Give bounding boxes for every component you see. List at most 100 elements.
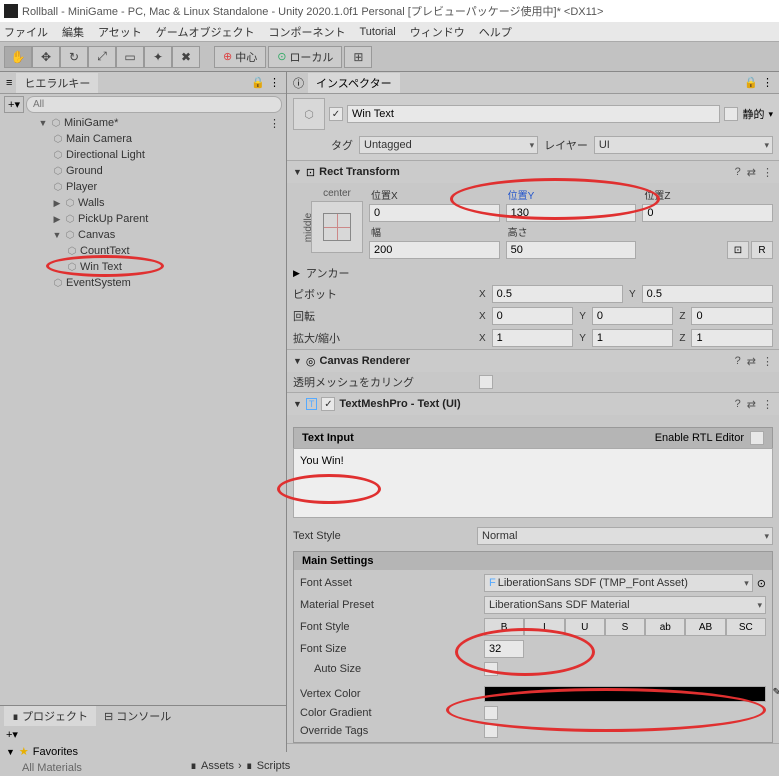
object-picker-icon[interactable]: ⊙ xyxy=(757,577,766,590)
font-asset-field[interactable]: FLiberationSans SDF (TMP_Font Asset) xyxy=(484,574,753,592)
scale-y-input[interactable] xyxy=(592,329,674,347)
fold-icon[interactable]: ▼ xyxy=(293,167,302,177)
menu-assets[interactable]: アセット xyxy=(98,24,142,40)
anchor-fold-icon[interactable]: ▶ xyxy=(293,268,300,279)
help-icon[interactable]: ? xyxy=(735,398,741,411)
raw-button[interactable]: R xyxy=(751,241,773,259)
rtl-checkbox[interactable] xyxy=(750,431,764,445)
hierarchy-item-wintext[interactable]: ⬡Win Text xyxy=(0,259,286,275)
font-style-uppercase[interactable]: AB xyxy=(685,618,725,636)
menu-window[interactable]: ウィンドウ xyxy=(410,24,465,40)
hierarchy-item[interactable]: ▼⬡Canvas xyxy=(0,227,286,243)
rot-y-input[interactable] xyxy=(592,307,674,325)
tag-dropdown[interactable]: Untagged xyxy=(359,136,538,154)
hierarchy-item[interactable]: ⬡Player xyxy=(0,179,286,195)
hierarchy-item[interactable]: ▶⬡Walls xyxy=(0,195,286,211)
static-dropdown-icon[interactable]: ▾ xyxy=(768,109,773,120)
pivot-y-input[interactable] xyxy=(642,285,773,303)
vertex-color-field[interactable]: ✎ xyxy=(484,686,766,702)
scale-tool[interactable]: ⤢ xyxy=(88,46,116,68)
cull-transparent-checkbox[interactable] xyxy=(479,375,493,389)
posx-input[interactable] xyxy=(369,204,500,222)
menu-edit[interactable]: 編集 xyxy=(62,24,84,40)
menu-icon[interactable]: ⋮ xyxy=(762,166,773,179)
help-icon[interactable]: ? xyxy=(735,166,741,179)
font-style-italic[interactable]: I xyxy=(524,618,564,636)
menu-file[interactable]: ファイル xyxy=(4,24,48,40)
hierarchy-item[interactable]: ⬡Main Camera xyxy=(0,131,286,147)
auto-size-checkbox[interactable] xyxy=(484,662,498,676)
project-tab[interactable]: ∎プロジェクト xyxy=(4,706,96,726)
hierarchy-search-input[interactable] xyxy=(26,96,282,113)
preset-icon[interactable]: ⇄ xyxy=(747,398,756,411)
rotate-tool[interactable]: ↻ xyxy=(60,46,88,68)
hierarchy-item[interactable]: ⬡Ground xyxy=(0,163,286,179)
anchor-preset-button[interactable]: center middle xyxy=(311,201,363,253)
object-name-input[interactable] xyxy=(347,105,720,123)
scale-z-input[interactable] xyxy=(691,329,773,347)
tmp-icon: T xyxy=(306,398,318,410)
console-tab[interactable]: ⊟コンソール xyxy=(96,706,179,726)
font-style-bold[interactable]: B xyxy=(484,618,524,636)
override-tags-checkbox[interactable] xyxy=(484,724,498,738)
pivot-x-input[interactable] xyxy=(492,285,623,303)
blueprint-button[interactable]: ⊡ xyxy=(727,241,749,259)
posz-input[interactable] xyxy=(642,204,773,222)
text-style-dropdown[interactable]: Normal xyxy=(477,527,773,545)
font-style-smallcaps[interactable]: SC xyxy=(726,618,766,636)
font-style-lowercase[interactable]: ab xyxy=(645,618,685,636)
text-textarea[interactable] xyxy=(293,448,773,518)
favorites-folder[interactable]: ▼★Favorites xyxy=(0,743,286,760)
hierarchy-item[interactable]: ⬡EventSystem xyxy=(0,275,286,291)
active-checkbox[interactable]: ✓ xyxy=(329,107,343,121)
menu-icon[interactable]: ⋮ xyxy=(762,398,773,411)
inspector-menu-icon[interactable]: ⋮ xyxy=(762,76,773,89)
snap-button[interactable]: ⊞ xyxy=(344,46,372,68)
hierarchy-scene[interactable]: ▼⬡MiniGame*⋮ xyxy=(0,115,286,131)
preset-icon[interactable]: ⇄ xyxy=(747,355,756,368)
tmp-enabled-checkbox[interactable]: ✓ xyxy=(321,397,335,411)
hierarchy-lock-icon[interactable]: 🔒 xyxy=(251,76,265,89)
height-input[interactable] xyxy=(506,241,637,259)
move-tool[interactable]: ✥ xyxy=(32,46,60,68)
static-checkbox[interactable] xyxy=(724,107,738,121)
scale-x-input[interactable] xyxy=(492,329,574,347)
menu-gameobject[interactable]: ゲームオブジェクト xyxy=(156,24,255,40)
hierarchy-item[interactable]: ⬡Directional Light xyxy=(0,147,286,163)
eyedropper-icon[interactable]: ✎ xyxy=(773,687,779,698)
font-style-underline[interactable]: U xyxy=(565,618,605,636)
gameobject-icon[interactable]: ⬡ xyxy=(293,98,325,130)
width-input[interactable] xyxy=(369,241,500,259)
hierarchy-menu-icon[interactable]: ⋮ xyxy=(269,76,280,89)
preset-icon[interactable]: ⇄ xyxy=(747,166,756,179)
color-gradient-checkbox[interactable] xyxy=(484,706,498,720)
add-button[interactable]: +▾ xyxy=(6,728,18,741)
hierarchy-item[interactable]: ▶⬡PickUp Parent xyxy=(0,211,286,227)
hierarchy-item[interactable]: ⬡CountText xyxy=(0,243,286,259)
font-style-strike[interactable]: S xyxy=(605,618,645,636)
inspector-tab[interactable]: インスペクター xyxy=(308,73,400,93)
rot-z-input[interactable] xyxy=(691,307,773,325)
project-breadcrumb[interactable]: ∎Assets›∎Scripts xyxy=(190,759,290,772)
hierarchy-add-button[interactable]: +▾ xyxy=(4,96,24,113)
hand-tool[interactable]: ✋ xyxy=(4,46,32,68)
inspector-lock-icon[interactable]: 🔒 xyxy=(744,76,758,89)
menu-icon[interactable]: ⋮ xyxy=(762,355,773,368)
font-size-input[interactable] xyxy=(484,640,524,658)
custom-tool[interactable]: ✖ xyxy=(172,46,200,68)
fold-icon[interactable]: ▼ xyxy=(293,356,302,366)
rot-x-input[interactable] xyxy=(492,307,574,325)
rect-tool[interactable]: ▭ xyxy=(116,46,144,68)
transform-tool[interactable]: ✦ xyxy=(144,46,172,68)
fold-icon[interactable]: ▼ xyxy=(293,399,302,409)
pivot-center-button[interactable]: ⊕中心 xyxy=(214,46,266,68)
pivot-local-button[interactable]: ⊙ローカル xyxy=(268,46,342,68)
posy-input[interactable] xyxy=(506,204,637,222)
hierarchy-tab[interactable]: ヒエラルキー xyxy=(16,73,98,93)
help-icon[interactable]: ? xyxy=(735,355,741,368)
menu-tutorial[interactable]: Tutorial xyxy=(359,26,395,38)
material-preset-dropdown[interactable]: LiberationSans SDF Material xyxy=(484,596,766,614)
menu-component[interactable]: コンポーネント xyxy=(268,24,345,40)
layer-dropdown[interactable]: UI xyxy=(594,136,773,154)
menu-help[interactable]: ヘルプ xyxy=(479,24,512,40)
